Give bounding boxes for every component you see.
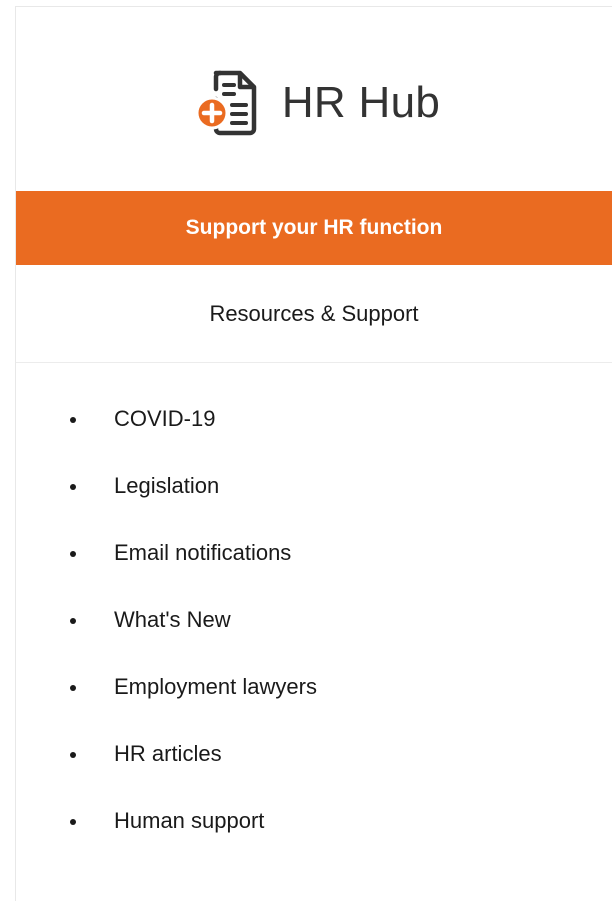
- sidebar-panel: HR Hub Support your HR function Resource…: [15, 6, 612, 901]
- menu-item-label: What's New: [114, 607, 231, 632]
- bullet-icon: [70, 417, 76, 423]
- bullet-icon: [70, 819, 76, 825]
- menu-item-email-notifications[interactable]: Email notifications: [16, 533, 612, 600]
- bullet-icon: [70, 551, 76, 557]
- bullet-icon: [70, 618, 76, 624]
- brand-logo[interactable]: HR Hub: [188, 63, 440, 143]
- menu-item-label: Employment lawyers: [114, 674, 317, 699]
- menu-item-legislation[interactable]: Legislation: [16, 466, 612, 533]
- menu-item-human-support[interactable]: Human support: [16, 801, 612, 868]
- menu-item-label: Human support: [114, 808, 265, 833]
- menu-item-label: COVID-19: [114, 406, 216, 431]
- bullet-icon: [70, 484, 76, 490]
- menu-item-label: Legislation: [114, 473, 220, 498]
- menu-item-hr-articles[interactable]: HR articles: [16, 734, 612, 801]
- menu-item-covid-19[interactable]: COVID-19: [16, 399, 612, 466]
- support-hr-banner-button[interactable]: Support your HR function: [16, 191, 612, 265]
- brand-name: HR Hub: [281, 78, 441, 127]
- menu-item-label: Email notifications: [114, 540, 292, 565]
- resources-menu: COVID-19 Legislation Email notifications…: [16, 399, 612, 868]
- menu-item-whats-new[interactable]: What's New: [16, 600, 612, 667]
- menu-item-label: HR articles: [114, 741, 222, 766]
- bullet-icon: [70, 685, 76, 691]
- bullet-icon: [70, 752, 76, 758]
- document-plus-icon: [195, 70, 257, 136]
- resources-support-heading: Resources & Support: [16, 265, 612, 363]
- brand-header: HR Hub: [16, 7, 612, 191]
- menu-item-employment-lawyers[interactable]: Employment lawyers: [16, 667, 612, 734]
